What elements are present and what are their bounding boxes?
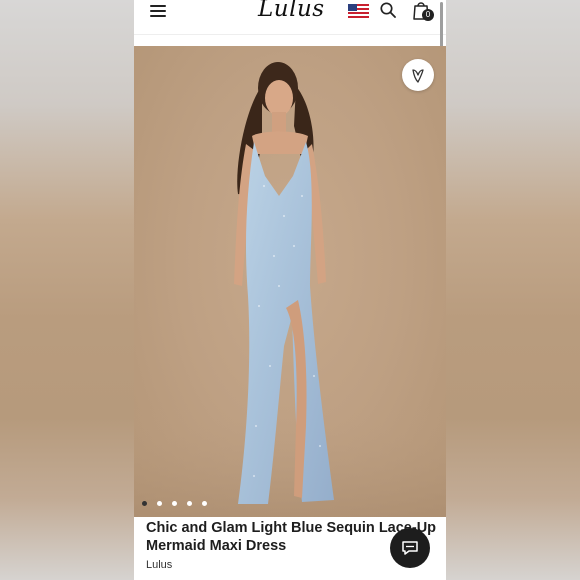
heart-v-icon [412, 69, 424, 83]
cart-count-badge: 0 [422, 9, 434, 21]
wishlist-button[interactable] [402, 59, 434, 91]
app-screen: Lulus 0 Chic and Glam Light Blue Sequin … [134, 0, 446, 580]
chat-bubble-icon [402, 541, 418, 555]
carousel-dot[interactable] [187, 501, 192, 506]
carousel-dot[interactable] [202, 501, 207, 506]
product-photo [134, 62, 446, 517]
chat-button[interactable] [390, 528, 430, 568]
background-blur-left [0, 0, 134, 580]
product-title-line-1: Chic and Glam Light Blue Sequin Lace-Up [146, 520, 437, 536]
us-flag-icon[interactable] [348, 4, 369, 18]
carousel-dot-active[interactable] [142, 501, 147, 506]
menu-icon[interactable] [150, 4, 166, 18]
top-navigation-bar: Lulus 0 [134, 0, 446, 60]
brand-logo[interactable]: Lulus [258, 0, 328, 22]
carousel-dot[interactable] [172, 501, 177, 506]
background-blur-right [446, 0, 580, 580]
product-image-carousel[interactable] [134, 46, 446, 517]
carousel-dot[interactable] [157, 501, 162, 506]
search-icon[interactable] [380, 2, 396, 18]
product-brand[interactable]: Lulus [146, 559, 172, 571]
